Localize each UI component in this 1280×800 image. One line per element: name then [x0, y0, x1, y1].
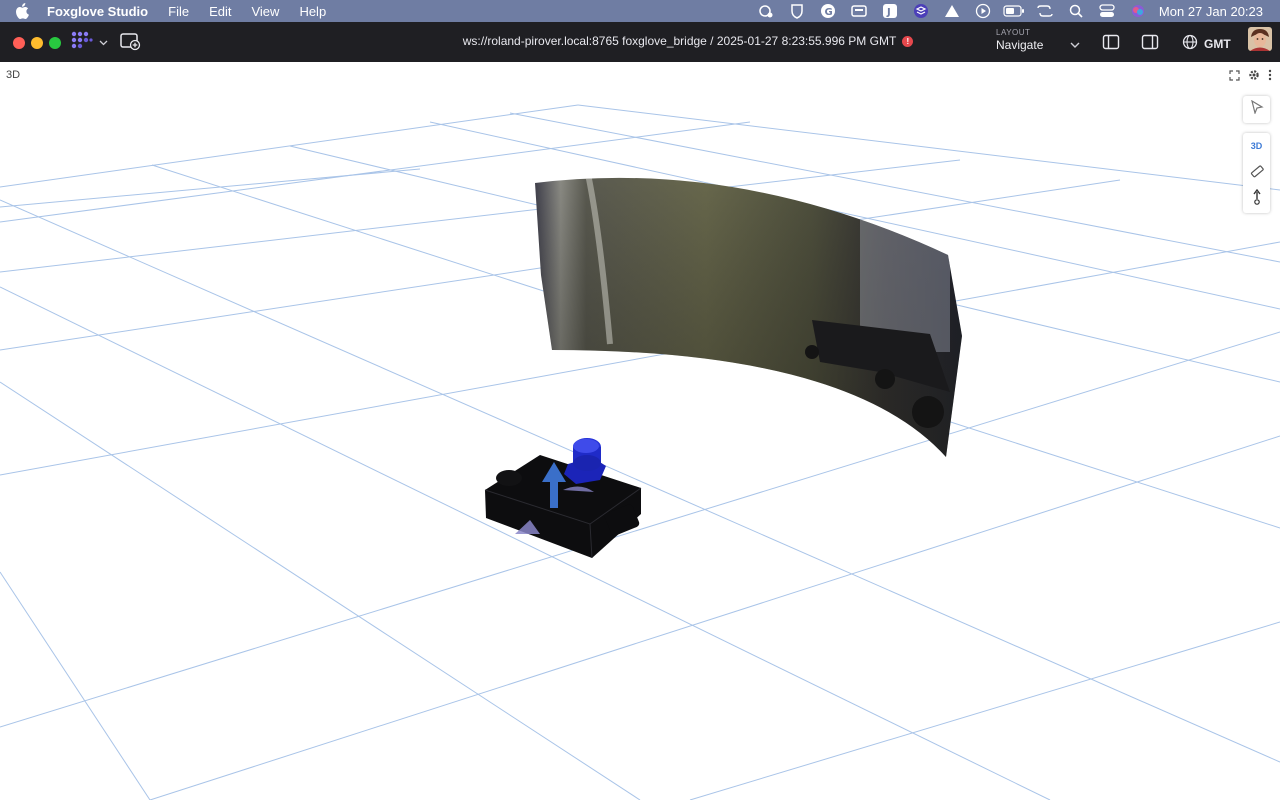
menu-edit[interactable]: Edit: [209, 4, 231, 19]
foxglove-logo-icon: [71, 31, 93, 54]
add-panel-icon: [119, 33, 141, 55]
app-toolbar: ws://roland-pirover.local:8765 foxglove_…: [0, 22, 1280, 62]
user-avatar[interactable]: [1248, 27, 1272, 51]
zoom-window-button[interactable]: [49, 37, 61, 49]
search-icon[interactable]: [1065, 0, 1087, 22]
drive-icon[interactable]: [941, 0, 963, 22]
play-icon[interactable]: [972, 0, 994, 22]
error-icon[interactable]: !: [902, 35, 914, 47]
app-menu-name[interactable]: Foxglove Studio: [47, 4, 148, 19]
siri-icon[interactable]: [1127, 0, 1149, 22]
select-tool-button[interactable]: [1243, 96, 1270, 123]
data-source-title[interactable]: ws://roland-pirover.local:8765 foxglove_…: [463, 34, 897, 48]
screen-mirror-icon[interactable]: [1034, 0, 1056, 22]
menu-file[interactable]: File: [168, 4, 189, 19]
camera-image-plane: [535, 177, 962, 458]
grammarly-icon[interactable]: G: [817, 0, 839, 22]
macos-menu-bar: Foxglove Studio File Edit View Help G J …: [0, 0, 1280, 22]
timezone-label: GMT: [1204, 36, 1231, 51]
3d-viewport[interactable]: [0, 62, 1280, 800]
joplin-icon[interactable]: J: [879, 0, 901, 22]
pose-estimate-icon: [1251, 188, 1263, 207]
measure-tool-button[interactable]: [1243, 159, 1270, 185]
interaction-toolbox: 3D: [1243, 133, 1270, 213]
shield-icon[interactable]: [786, 0, 808, 22]
panel-title[interactable]: 3D: [6, 69, 20, 81]
layout-selector[interactable]: LAYOUT Navigate: [996, 28, 1084, 56]
publish-pose-button[interactable]: [1243, 185, 1270, 211]
left-sidebar-toggle-icon[interactable]: [1102, 33, 1120, 51]
lidar-sensor: [564, 438, 606, 484]
svg-text:J: J: [886, 7, 891, 18]
app-menu-button[interactable]: [71, 31, 109, 53]
robot-model: [484, 455, 642, 559]
battery-icon[interactable]: [1003, 0, 1025, 22]
fullscreen-icon[interactable]: [1229, 68, 1240, 86]
cursor-icon: [1250, 99, 1264, 119]
globe-icon: [1182, 34, 1198, 53]
menubar-clock[interactable]: Mon 27 Jan 20:23: [1159, 4, 1263, 19]
apple-icon[interactable]: [15, 3, 33, 19]
gear-icon[interactable]: [1248, 68, 1260, 86]
ruler-icon: [1250, 164, 1264, 180]
status-area: G J Mon 27 Jan 20:23: [746, 0, 1280, 22]
wifi-settings-icon[interactable]: [755, 0, 777, 22]
stack-icon[interactable]: [910, 0, 932, 22]
panel-actions: [1229, 68, 1272, 86]
menu-help[interactable]: Help: [299, 4, 326, 19]
minimize-window-button[interactable]: [31, 37, 43, 49]
add-panel-button[interactable]: [119, 31, 141, 53]
3d-panel[interactable]: 3D 3D: [0, 62, 1280, 800]
chevron-down-icon: [99, 33, 108, 51]
timezone-selector[interactable]: GMT: [1182, 34, 1231, 53]
more-vertical-icon[interactable]: [1268, 68, 1272, 86]
close-window-button[interactable]: [13, 37, 25, 49]
view-mode-3d-button[interactable]: 3D: [1243, 133, 1270, 159]
keyboard-icon[interactable]: [848, 0, 870, 22]
right-sidebar-toggle-icon[interactable]: [1141, 33, 1159, 51]
chevron-down-icon: [1070, 36, 1080, 54]
control-center-icon[interactable]: [1096, 0, 1118, 22]
svg-text:G: G: [824, 7, 832, 18]
menu-view[interactable]: View: [251, 4, 279, 19]
